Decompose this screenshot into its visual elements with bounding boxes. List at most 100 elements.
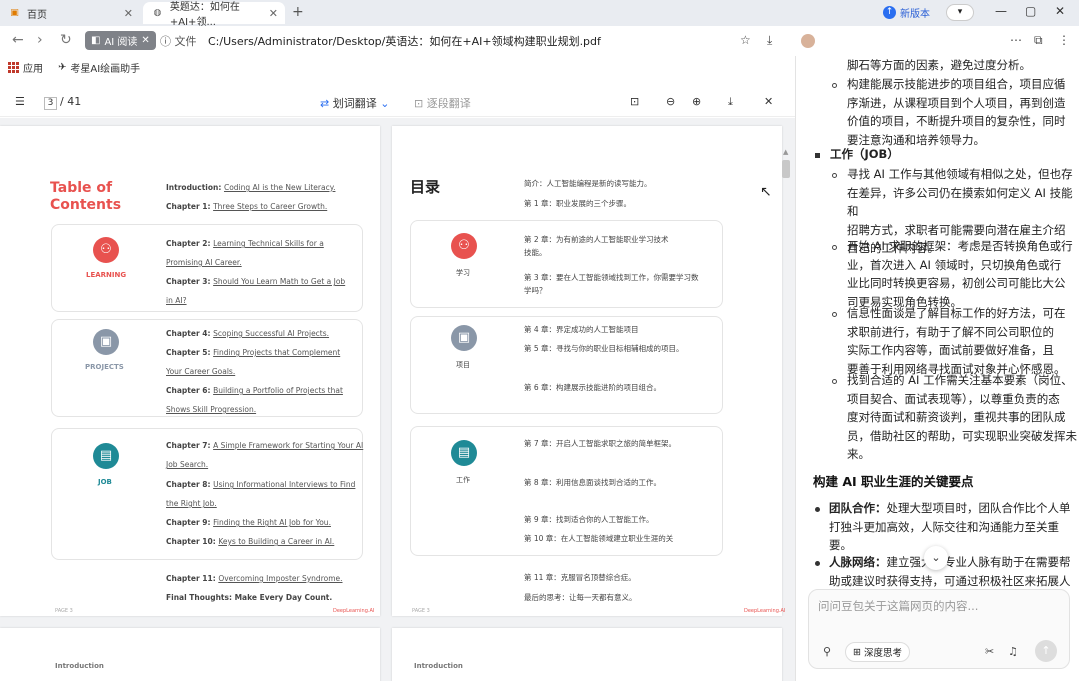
minimize-icon[interactable]: —	[995, 4, 1007, 18]
paragraph-translate-button[interactable]: ⊡ 逐段翻译	[414, 95, 471, 111]
close-icon[interactable]: ✕	[141, 35, 149, 46]
microphone-icon[interactable]: ♫	[1008, 645, 1018, 658]
close-icon[interactable]: ✕	[124, 7, 133, 20]
bookmark-star-icon[interactable]: ☆	[740, 33, 751, 47]
toc-ch5[interactable]: Chapter 5: Finding Projects that Complem…	[166, 348, 340, 357]
close-icon[interactable]: ✕	[269, 7, 278, 20]
zoom-out-icon[interactable]: ⊖	[666, 95, 675, 108]
chevron-down-icon[interactable]: ⌄	[924, 546, 948, 570]
zoom-in-icon[interactable]: ⊕	[692, 95, 701, 108]
ai-icon: ◧	[91, 35, 101, 46]
toc-ch8-cont[interactable]: the Right Job.	[166, 499, 217, 508]
page-number: PAGE 3	[412, 608, 430, 614]
toc-ch1[interactable]: Chapter 1: Three Steps to Career Growth.	[166, 202, 327, 211]
toc-ch6[interactable]: Chapter 6: Building a Portfolio of Proje…	[166, 386, 343, 395]
restore-icon[interactable]: ▢	[1025, 4, 1036, 18]
page-input[interactable]: 3	[44, 97, 57, 110]
menu-icon[interactable]: ⋮	[1058, 33, 1070, 47]
toc-ch7-cont[interactable]: Job Search.	[166, 460, 208, 469]
back-icon[interactable]: ←	[12, 32, 24, 48]
bullet-icon	[815, 561, 820, 566]
folder-icon: ▣	[10, 8, 19, 18]
tab-home[interactable]: ▣ 百页 ✕	[0, 2, 140, 24]
close-pdf-icon[interactable]: ✕	[764, 95, 773, 108]
bullet-icon	[832, 312, 837, 317]
download-pdf-icon[interactable]: ⤓	[728, 95, 733, 109]
attach-icon[interactable]: ⚲	[823, 645, 831, 658]
translate-button[interactable]: ⇄ 划词翻译 ⌄	[320, 95, 389, 111]
tab-strip: ▣ 百页 ✕ ◍ 英题达：如何在+AI+领... ✕ + ↑ 新版本 ▾ — ▢…	[0, 0, 1079, 28]
new-version-button[interactable]: ↑ 新版本	[883, 5, 930, 20]
toc-ch9[interactable]: Chapter 9: Finding the Right AI Job for …	[166, 518, 331, 527]
send-button[interactable]: ↑	[1035, 640, 1057, 662]
page-indicator[interactable]: 3/ 41	[44, 95, 81, 110]
ai-summary-panel: 脚石等方面的因素，避免过度分析。 构建能展示技能进步的项目组合，项目应循 序渐进，…	[795, 56, 1079, 681]
toc-ch3[interactable]: Chapter 3: Should You Learn Math to Get …	[166, 277, 345, 286]
toc-ch2[interactable]: Chapter 2: Learning Technical Skills for…	[166, 239, 324, 248]
mouse-cursor-icon: ↖	[760, 184, 772, 200]
toc-title-cn: 目录	[410, 178, 441, 196]
summary-key-network: 人脉网络：建立强大的专业人脉有助于在需要帮 助或建议时获得支持，可通过积极社区来…	[829, 555, 1071, 588]
bookmark-apps[interactable]: 应用	[8, 60, 43, 75]
toc-cn-ch10: 第 10 章：在人工智能领域建立职业生涯的关	[524, 534, 674, 543]
toc-cn-ch7: 第 7 章：开启人工智能求职之旅的简单框架。	[524, 439, 677, 448]
toc-ch10[interactable]: Chapter 10: Keys to Building a Career in…	[166, 537, 334, 546]
toc-ch8[interactable]: Chapter 8: Using Informational Interview…	[166, 480, 355, 489]
section-label-projects: PROJECTS	[85, 363, 124, 371]
close-window-icon[interactable]: ✕	[1055, 4, 1065, 18]
toc-cn-ch2-cont: 技能。	[524, 248, 547, 257]
toc-cn-intro: 简介：人工智能编程是新的读写能力。	[524, 179, 652, 188]
brand-logo: DeepLearning.AI	[333, 608, 375, 614]
new-tab-button[interactable]: +	[292, 4, 304, 20]
pdf-page-chinese-toc: 目录 简介：人工智能编程是新的读写能力。 第 1 章：职业发展的三个步骤。 ⚇ …	[392, 126, 786, 616]
toc-intro[interactable]: Introduction: Coding AI is the New Liter…	[166, 183, 335, 192]
deep-think-button[interactable]: ⊞ 深度思考	[845, 642, 910, 662]
forward-icon[interactable]: ›	[37, 32, 43, 48]
toc-ch7[interactable]: Chapter 7: A Simple Framework for Starti…	[166, 441, 363, 450]
section-label-learning: LEARNING	[86, 271, 127, 279]
toc-ch3-cont[interactable]: in AI?	[166, 296, 187, 305]
sidebar-toggle-icon[interactable]: ☰	[15, 95, 25, 108]
toc-ch2-cont[interactable]: Promising AI Career.	[166, 258, 242, 267]
brand-logo: DeepLearning.AI	[744, 608, 786, 614]
bookmark-ai-painting[interactable]: ✈ 考星AI绘画助手	[58, 60, 140, 75]
section-card-learning	[51, 224, 363, 312]
brain-icon: ⚇	[451, 233, 477, 259]
ai-reading-chip[interactable]: ◧ AI 阅读 ✕	[85, 31, 156, 50]
download-icon[interactable]: ⤓	[767, 33, 772, 48]
section-label-learning-cn: 学习	[456, 269, 470, 277]
bullet-icon	[815, 507, 820, 512]
tab-label: 英题达：如何在+AI+领...	[169, 2, 240, 28]
brain-icon: ⚇	[93, 237, 119, 263]
ask-input[interactable]: 问问豆包关于这篇网页的内容...	[818, 598, 978, 614]
ask-input-box[interactable]: 问问豆包关于这篇网页的内容... ⚲ ⊞ 深度思考 ✂ ♫ ↑	[808, 589, 1070, 669]
reload-icon[interactable]: ↻	[60, 32, 72, 48]
profile-button[interactable]: ▾	[946, 4, 974, 21]
globe-icon: ◍	[153, 8, 162, 18]
toc-cn-ch2: 第 2 章：为有前途的人工智能职业学习技术	[524, 235, 669, 244]
toc-cn-ch5: 第 5 章：寻找与你的职业目标相辅相成的项目。	[524, 344, 684, 353]
bookmarks-bar: 应用 ✈ 考星AI绘画助手	[0, 56, 795, 78]
page-heading: Introduction	[414, 662, 463, 670]
tab-pdf[interactable]: ◍ 英题达：如何在+AI+领... ✕	[143, 2, 285, 28]
scissors-icon[interactable]: ✂	[985, 645, 994, 658]
toc-ch11[interactable]: Chapter 11: Overcoming Imposter Syndrome…	[166, 574, 343, 583]
toc-ch5-cont[interactable]: Your Career Goals.	[166, 367, 235, 376]
toc-ch6-cont[interactable]: Shows Skill Progression.	[166, 405, 256, 414]
pdf-scrollbar-thumb[interactable]	[782, 160, 790, 178]
toc-ch4[interactable]: Chapter 4: Scoping Successful AI Project…	[166, 329, 329, 338]
pdf-page-next-right: Introduction	[392, 628, 782, 681]
page-total: / 41	[60, 95, 82, 108]
section-label-job-cn: 工作	[456, 476, 470, 484]
fit-page-icon[interactable]: ⊡	[630, 95, 639, 108]
bullet-icon	[832, 245, 837, 250]
address-bar[interactable]: ⓘ 文件 C:/Users/Administrator/Desktop/英语达：…	[160, 33, 601, 49]
bullet-icon	[832, 83, 837, 88]
bullet-icon	[832, 173, 837, 178]
pdf-document-area[interactable]: Table of Contents Introduction: Coding A…	[0, 118, 795, 681]
deep-think-icon: ⊞	[853, 646, 861, 658]
avatar[interactable]	[801, 34, 815, 48]
scroll-up-icon[interactable]: ▲	[783, 148, 788, 156]
more-icon[interactable]: ⋯	[1010, 33, 1022, 47]
extensions-icon[interactable]: ⧉	[1034, 33, 1043, 48]
